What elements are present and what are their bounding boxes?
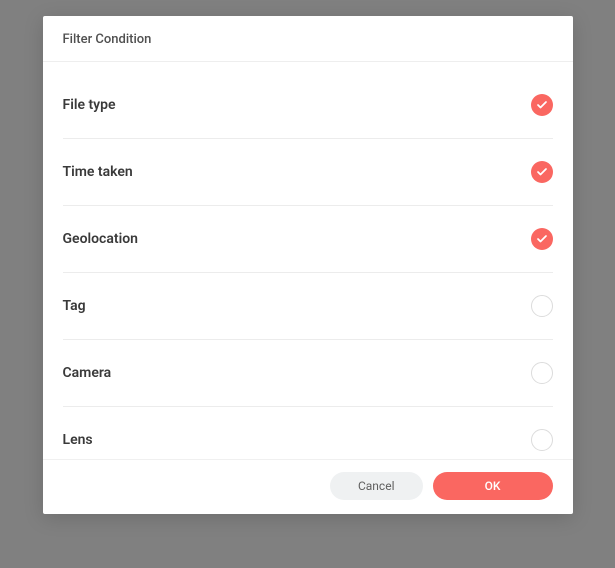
modal-footer: Cancel OK bbox=[43, 459, 573, 514]
filter-item-label: Tag bbox=[63, 298, 86, 314]
filter-item[interactable]: Lens bbox=[63, 407, 553, 459]
checkmark-icon[interactable] bbox=[531, 161, 553, 183]
cancel-button[interactable]: Cancel bbox=[330, 472, 423, 500]
filter-item-label: Lens bbox=[63, 432, 93, 448]
filter-item-label: Time taken bbox=[63, 164, 133, 180]
unchecked-icon[interactable] bbox=[531, 362, 553, 384]
filter-item[interactable]: Time taken bbox=[63, 139, 553, 206]
checkmark-icon[interactable] bbox=[531, 228, 553, 250]
checkmark-icon[interactable] bbox=[531, 94, 553, 116]
modal-body[interactable]: File type Time taken Geolocation Tag Camera L… bbox=[43, 62, 573, 459]
modal-header: Filter Condition bbox=[43, 16, 573, 62]
filter-item-label: File type bbox=[63, 97, 116, 113]
unchecked-icon[interactable] bbox=[531, 429, 553, 451]
filter-item[interactable]: Tag bbox=[63, 273, 553, 340]
filter-item[interactable]: File type bbox=[63, 72, 553, 139]
ok-button[interactable]: OK bbox=[433, 472, 553, 500]
filter-list: File type Time taken Geolocation Tag Camera L… bbox=[63, 62, 553, 459]
unchecked-icon[interactable] bbox=[531, 295, 553, 317]
filter-condition-modal: Filter Condition File type Time taken Geol… bbox=[43, 16, 573, 514]
modal-title: Filter Condition bbox=[63, 32, 553, 47]
filter-item[interactable]: Geolocation bbox=[63, 206, 553, 273]
filter-item-label: Camera bbox=[63, 365, 112, 381]
filter-item-label: Geolocation bbox=[63, 231, 138, 247]
filter-item[interactable]: Camera bbox=[63, 340, 553, 407]
